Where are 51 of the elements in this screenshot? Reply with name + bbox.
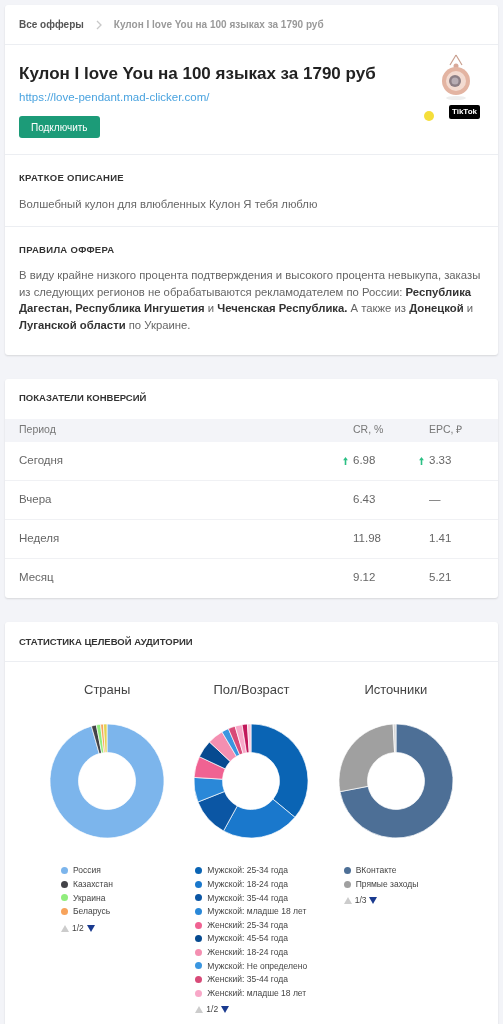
page-indicator: 1/2 — [206, 1003, 219, 1016]
table-cell-text: 5.21 — [429, 570, 452, 586]
section-heading: ПРАВИЛА ОФФЕРА — [19, 243, 116, 257]
table-cell-text: 11.98 — [353, 530, 381, 546]
table-cell-text: 9.12 — [353, 570, 376, 586]
legend-label[interactable]: Женский: 25-34 года — [207, 918, 288, 932]
legend-label[interactable]: Женский: младше 18 лет — [207, 986, 307, 1000]
legend-label[interactable]: Прямые заходы — [355, 877, 419, 891]
legend-label[interactable]: Мужской: 25-34 года — [207, 864, 289, 878]
offer-title: Кулон I love You на 100 языках за 1790 руб — [19, 63, 376, 85]
table-cell-text: 1.41 — [429, 530, 452, 546]
section-text: В виду крайне низкого процента подтверждения и высокого процента невыкупа, заказы из следующих регионов не обрабатываются рекламодателем по России: Республика Дагестан, Республика Ингушетия и Чеченская Республика. А также из Донецкой и Луганской области по Украине. — [19, 268, 482, 333]
page-indicator: 1/2 — [72, 921, 84, 935]
chart-title: Пол/Возраст — [213, 680, 290, 699]
table-cell-text: — — [429, 491, 441, 507]
column-header: Период — [19, 423, 56, 436]
legend-label[interactable]: Беларусь — [73, 905, 111, 918]
page-down-icon[interactable] — [221, 1006, 230, 1014]
page-down-icon[interactable] — [369, 897, 378, 905]
legend-label[interactable]: Украина — [73, 891, 106, 905]
legend-label[interactable]: ВКонтакте — [355, 864, 397, 878]
chevron-icon — [95, 19, 102, 30]
legend-label[interactable]: Мужской: 45-54 года — [207, 932, 289, 946]
legend-label[interactable]: Казахстан — [73, 877, 113, 891]
section-text: Волшебный кулон для влюбленных Кулон Я тебя люблю — [19, 196, 319, 212]
legend-label[interactable]: Мужской: младше 18 лет — [207, 905, 307, 918]
platform-badge: TikTok — [448, 105, 480, 119]
legend-label[interactable]: Мужской: 35-44 года — [207, 891, 289, 905]
breadcrumb-link[interactable]: Все офферы — [19, 17, 84, 32]
legend-label[interactable]: Мужской: Не определено — [207, 959, 308, 973]
column-header: CR, % — [353, 423, 384, 436]
breadcrumb-current: Кулон I love You на 100 языках за 1790 руб — [113, 18, 324, 32]
page-down-icon[interactable] — [86, 924, 95, 932]
table-cell-text: 6.98 — [353, 452, 376, 468]
legend-label[interactable]: Россия — [73, 864, 101, 878]
table-cell-text: 3.33 — [429, 452, 452, 468]
table-cell: Сегодня — [19, 453, 64, 466]
chart-title: Источники — [364, 680, 428, 699]
section-heading: КРАТКОЕ ОПИСАНИЕ — [19, 171, 125, 186]
legend-label[interactable]: Женский: 18-24 года — [207, 945, 288, 959]
legend-label[interactable]: Женский: 35-44 года — [207, 973, 288, 986]
column-header: EPC, ₽ — [429, 423, 463, 436]
legend-label[interactable]: Мужской: 18-24 года — [207, 877, 289, 891]
card-title: СТАТИСТИКА ЦЕЛЕВОЙ АУДИТОРИИ — [5, 621, 498, 662]
chart-title: Страны — [84, 680, 131, 699]
table-cell-text: 6.43 — [353, 491, 376, 507]
table-cell: Неделя — [19, 531, 60, 544]
card-title: ПОКАЗАТЕЛИ КОНВЕРСИЙ — [18, 391, 148, 406]
table-cell: Вчера — [19, 492, 52, 505]
page-indicator: 1/3 — [354, 894, 367, 908]
table-cell: Месяц — [19, 571, 54, 584]
